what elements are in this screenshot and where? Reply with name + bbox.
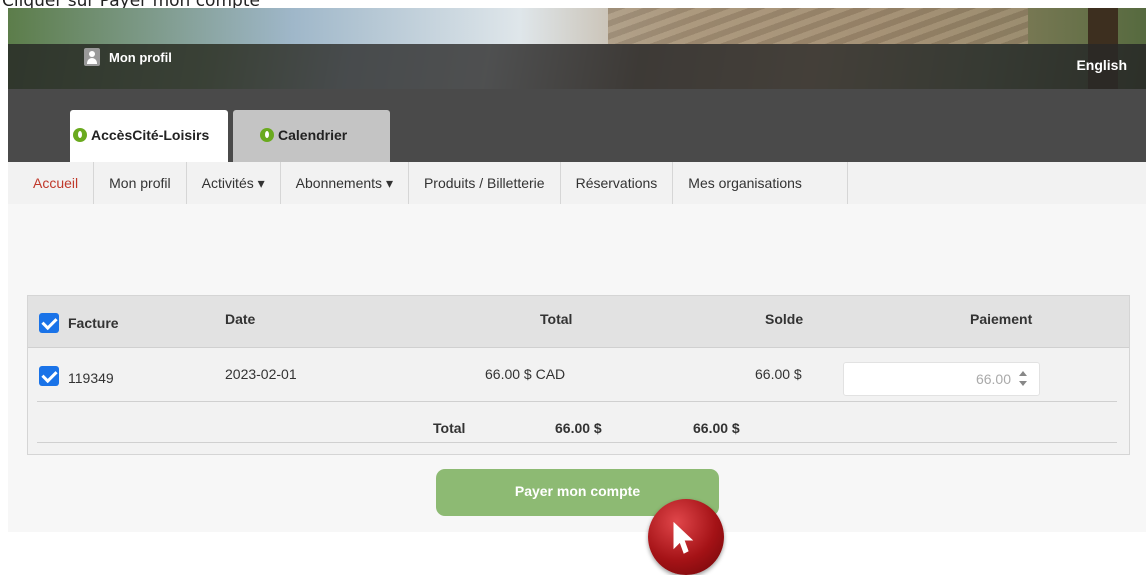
- invoice-table: Facture Date Total Solde Paiement 119349…: [27, 295, 1130, 455]
- row-total: 66.00 $ CAD: [485, 366, 566, 382]
- nav-item-mon-profil[interactable]: Mon profil: [94, 162, 187, 204]
- row-date: 2023-02-01: [225, 366, 297, 382]
- nav-item-abonnements[interactable]: Abonnements ▾: [281, 162, 409, 204]
- header-solde: Solde: [765, 311, 804, 327]
- tab-label: AccèsCité-Loisirs: [91, 127, 210, 143]
- payment-amount-input[interactable]: [843, 362, 1040, 396]
- profile-link[interactable]: Mon profil: [84, 48, 172, 66]
- main-nav: Accueil Mon profil Activités ▾ Abonnemen…: [8, 162, 1146, 205]
- footer-total-label: Total: [433, 420, 466, 436]
- nav-item-reservations[interactable]: Réservations: [561, 162, 674, 204]
- tab-calendrier[interactable]: Calendrier: [233, 110, 390, 162]
- leaf-icon: [260, 128, 274, 142]
- footer-divider: [37, 442, 1117, 443]
- nav-item-activites[interactable]: Activités ▾: [187, 162, 281, 204]
- profile-label: Mon profil: [109, 49, 172, 65]
- person-icon: [84, 48, 100, 66]
- nav-item-mes-organisations[interactable]: Mes organisations: [673, 162, 848, 204]
- row-solde: 66.00 $: [755, 366, 802, 382]
- select-all-checkbox[interactable]: [39, 313, 59, 333]
- profile-bar: [8, 44, 1146, 89]
- table-header: Facture Date Total Solde Paiement: [28, 296, 1129, 348]
- footer-total-value: 66.00 $: [555, 420, 602, 436]
- leaf-icon: [73, 128, 87, 142]
- row-divider: [37, 401, 1117, 402]
- tab-label: Calendrier: [278, 127, 348, 143]
- header-facture: Facture: [68, 315, 119, 331]
- row-checkbox[interactable]: [39, 366, 59, 386]
- mouse-pointer-icon: [673, 522, 694, 554]
- payment-stepper-icon[interactable]: [1016, 369, 1030, 389]
- footer-solde-value: 66.00 $: [693, 420, 740, 436]
- tab-accescite-loisirs[interactable]: AccèsCité-Loisirs: [70, 110, 228, 162]
- nav-item-produits-billetterie[interactable]: Produits / Billetterie: [409, 162, 561, 204]
- row-facture: 119349: [68, 370, 114, 386]
- banner-roof-image: [608, 8, 1028, 44]
- nav-item-accueil[interactable]: Accueil: [8, 162, 95, 204]
- header-date: Date: [225, 311, 256, 327]
- header-total: Total: [540, 311, 573, 327]
- language-link[interactable]: English: [1076, 57, 1127, 73]
- header-paiement: Paiement: [970, 311, 1033, 327]
